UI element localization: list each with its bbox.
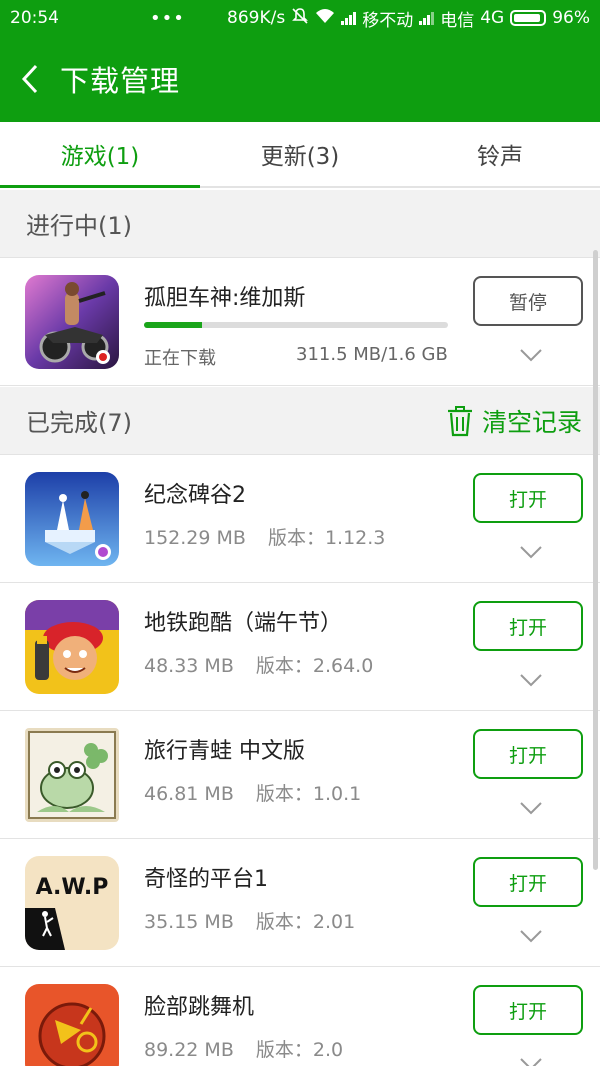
open-button[interactable]: 打开 — [473, 729, 583, 779]
section-completed: 已完成(7) 清空记录 — [0, 387, 600, 455]
list-item[interactable]: 地铁跑酷（端午节） 48.33 MB 版本：2.64.0 打开 — [0, 583, 600, 711]
awp-icon: A.W.P — [25, 856, 119, 950]
status-time: 20:54 — [10, 8, 59, 28]
chevron-down-icon[interactable] — [519, 545, 543, 559]
section-in-progress: 进行中(1) — [0, 190, 600, 258]
app-version: 版本：2.0 — [255, 1039, 344, 1061]
chevron-down-icon[interactable] — [519, 1057, 543, 1066]
section-title: 进行中(1) — [26, 212, 132, 240]
pause-button[interactable]: 暂停 — [473, 276, 583, 326]
battery-icon — [510, 10, 547, 26]
app-size: 152.29 MB — [144, 527, 246, 549]
svg-text:A.W.P: A.W.P — [36, 875, 109, 900]
download-size: 311.5 MB/1.6 GB — [296, 344, 448, 365]
app-name: 奇怪的平台1 — [144, 867, 268, 892]
app-version: 版本：2.64.0 — [255, 655, 374, 677]
app-meta: 35.15 MB 版本：2.01 — [144, 907, 355, 934]
clear-records-label: 清空记录 — [481, 407, 582, 437]
travel-frog-icon — [25, 728, 119, 822]
app-size: 35.15 MB — [144, 911, 234, 933]
carrier-1: 移不动 — [362, 10, 414, 31]
download-row[interactable]: 孤胆车神:维加斯 正在下载 311.5 MB/1.6 GB 暂停 — [0, 258, 600, 386]
chevron-down-icon[interactable] — [519, 673, 543, 687]
app-name: 旅行青蛙 中文版 — [144, 739, 305, 764]
list-item[interactable]: 纪念碑谷2 152.29 MB 版本：1.12.3 打开 — [0, 455, 600, 583]
chevron-down-icon[interactable] — [519, 348, 543, 362]
notification-dots: ••• — [150, 7, 185, 29]
open-button[interactable]: 打开 — [473, 857, 583, 907]
progress-fill — [144, 322, 202, 328]
app-version: 版本：1.12.3 — [267, 527, 386, 549]
status-bar: 20:54 ••• 869K/s 移不动 电信 4G 96% — [0, 0, 600, 36]
app-version: 版本：2.01 — [255, 911, 356, 933]
list-item[interactable]: 旅行青蛙 中文版 46.81 MB 版本：1.0.1 打开 — [0, 711, 600, 839]
face-dance-icon — [25, 984, 119, 1066]
open-button[interactable]: 打开 — [473, 985, 583, 1035]
app-meta: 46.81 MB 版本：1.0.1 — [144, 779, 361, 806]
network-speed: 869K/s — [227, 8, 286, 28]
app-name: 孤胆车神:维加斯 — [144, 286, 306, 311]
download-status: 正在下载 — [144, 348, 216, 369]
mute-icon — [291, 7, 309, 30]
tab-ringtones[interactable]: 铃声 — [400, 122, 600, 186]
subway-surfers-icon — [25, 600, 119, 694]
status-right: 869K/s 移不动 电信 4G 96% — [227, 6, 590, 31]
app-size: 46.81 MB — [144, 783, 234, 805]
signal-icon-2 — [419, 11, 435, 25]
app-meta: 89.22 MB 版本：2.0 — [144, 1035, 343, 1062]
app-meta: 152.29 MB 版本：1.12.3 — [144, 523, 385, 550]
page-title: 下载管理 — [60, 64, 181, 98]
wifi-icon — [315, 8, 335, 29]
section-title: 已完成(7) — [26, 409, 132, 437]
list-item[interactable]: 脸部跳舞机 89.22 MB 版本：2.0 打开 — [0, 967, 600, 1066]
list-item[interactable]: A.W.P 奇怪的平台1 35.15 MB 版本：2.01 打开 — [0, 839, 600, 967]
gangstar-vegas-icon — [25, 275, 119, 369]
back-arrow-icon — [21, 64, 38, 94]
app-size: 48.33 MB — [144, 655, 234, 677]
app-name: 脸部跳舞机 — [144, 995, 255, 1020]
app-name: 地铁跑酷（端午节） — [144, 611, 343, 636]
back-button[interactable] — [0, 36, 60, 122]
clear-records-button[interactable]: 清空记录 — [446, 403, 582, 439]
chevron-down-icon[interactable] — [519, 801, 543, 815]
open-button[interactable]: 打开 — [473, 473, 583, 523]
signal-icon-1 — [341, 11, 357, 25]
chevron-down-icon[interactable] — [519, 929, 543, 943]
open-button[interactable]: 打开 — [473, 601, 583, 651]
app-size: 89.22 MB — [144, 1039, 234, 1061]
tab-games[interactable]: 游戏(1) — [0, 122, 200, 188]
tab-bar: 游戏(1) 更新(3) 铃声 — [0, 122, 600, 188]
network-type: 4G — [480, 8, 505, 28]
app-header: 下载管理 — [0, 36, 600, 122]
download-progress-bar — [144, 322, 448, 328]
carrier-2: 电信 — [440, 10, 475, 31]
app-meta: 48.33 MB 版本：2.64.0 — [144, 651, 373, 678]
tab-updates[interactable]: 更新(3) — [200, 122, 400, 186]
battery-percent: 96% — [552, 8, 590, 28]
scrollbar[interactable] — [593, 250, 598, 870]
monument-valley-icon — [25, 472, 119, 566]
app-name: 纪念碑谷2 — [144, 483, 246, 508]
app-version: 版本：1.0.1 — [255, 783, 362, 805]
trash-icon — [447, 405, 472, 436]
